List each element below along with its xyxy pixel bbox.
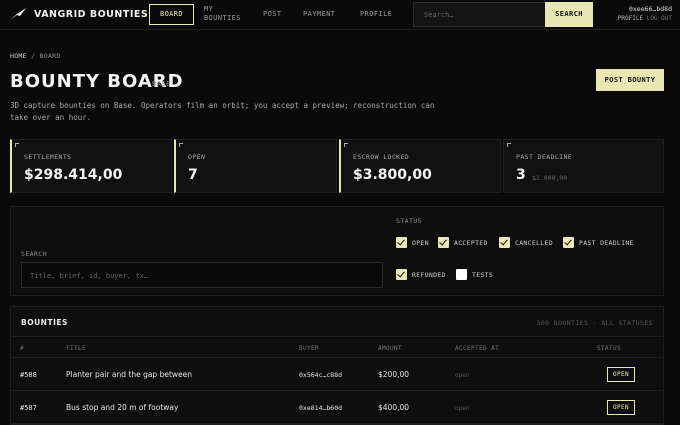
checkbox-label: TESTS xyxy=(472,271,494,279)
search-button[interactable]: SEARCH xyxy=(545,2,593,27)
table-count: 300 BOUNTIES · ALL STATUSES xyxy=(536,319,653,327)
checkbox-checked[interactable] xyxy=(499,237,510,248)
stat-label: SETTLEMENTS xyxy=(24,153,72,161)
stat-card-past-deadline: PAST DEADLINE 3 $1.000,00 xyxy=(503,139,664,193)
table-header: # TITLE BUYER AMOUNT ACCEPTED AT STATUS xyxy=(11,336,663,358)
page-description: 3D capture bounties on Base. Operators f… xyxy=(10,101,435,122)
bounty-id: #588 xyxy=(20,371,37,379)
stats-row: SETTLEMENTS $298.414,00 OPEN 7 ESCROW LO… xyxy=(10,139,664,193)
nav-post[interactable]: POST xyxy=(263,10,281,30)
nav-profile[interactable]: PROFILE xyxy=(360,10,392,30)
corner-mark xyxy=(344,143,348,147)
bounty-search-input[interactable]: Title, brief, id, buyer, tx… xyxy=(21,262,383,288)
column-header-status: STATUS xyxy=(597,345,622,352)
wallet-info: 0xee66…bd8d PROFILE LOG OUT xyxy=(606,5,672,22)
bounty-accepted-at: open xyxy=(455,405,470,412)
search-label: SEARCH xyxy=(21,250,47,258)
column-header-id: # xyxy=(20,345,25,352)
checkbox-label: OPEN xyxy=(412,239,429,247)
checkbox-checked[interactable] xyxy=(563,237,574,248)
nav-board[interactable]: BOARD xyxy=(149,4,194,25)
breadcrumb: HOME / BOARD xyxy=(10,52,61,60)
wallet-address[interactable]: 0xee66…bd8d xyxy=(606,5,672,13)
table-title: BOUNTIES xyxy=(21,318,68,327)
table-row[interactable]: #588 Planter pair and the gap between 0x… xyxy=(11,359,663,391)
stat-card-escrow-locked: ESCROW LOCKED $3.800,00 xyxy=(339,139,501,193)
nav-my-bounties-line2: BOUNTIES xyxy=(204,14,241,22)
breadcrumb-current: BOARD xyxy=(39,52,61,60)
bounties-table: BOUNTIES 300 BOUNTIES · ALL STATUSES # T… xyxy=(10,306,664,425)
column-header-amount: AMOUNT xyxy=(378,345,403,352)
corner-mark xyxy=(507,143,511,147)
checkbox-label: PAST DEADLINE xyxy=(579,239,634,247)
checkbox-checked[interactable] xyxy=(396,269,407,280)
bounty-id: #587 xyxy=(20,404,37,412)
status-badge: OPEN xyxy=(607,367,636,382)
column-header-accepted-at: ACCEPTED AT xyxy=(455,345,500,352)
stat-card-settlements: SETTLEMENTS $298.414,00 xyxy=(10,139,172,193)
stat-value: 7 xyxy=(188,167,198,183)
stat-value: $298.414,00 xyxy=(24,167,123,183)
stat-label: PAST DEADLINE xyxy=(516,153,573,161)
column-header-title: TITLE xyxy=(66,345,87,352)
post-bounty-button[interactable]: POST BOUNTY xyxy=(596,69,664,91)
stat-value: $3.800,00 xyxy=(353,167,432,183)
breadcrumb-separator: / xyxy=(31,52,36,60)
nav-my-bounties[interactable]: MY BOUNTIES xyxy=(204,5,254,25)
stat-label: ESCROW LOCKED xyxy=(353,153,410,161)
bounty-title[interactable]: Bus stop and 20 m of footway xyxy=(66,403,178,412)
network-label: BASE xyxy=(152,80,171,88)
bounty-buyer[interactable]: 0x564c…c88d xyxy=(299,371,342,379)
table-row[interactable]: #587 Bus stop and 20 m of footway 0xe814… xyxy=(11,392,663,424)
nav-payment[interactable]: PAYMENT xyxy=(303,10,335,30)
checkbox-checked[interactable] xyxy=(396,237,407,248)
brand-name[interactable]: VANGRID BOUNTIES xyxy=(34,9,148,20)
bounty-accepted-at: open xyxy=(455,372,470,379)
corner-mark xyxy=(15,143,19,147)
search-input[interactable]: Search… xyxy=(413,2,546,27)
stat-sub-value: $1.000,00 xyxy=(532,174,568,182)
bounty-amount: $200,00 xyxy=(378,370,410,379)
bounty-buyer[interactable]: 0xe814…b60d xyxy=(299,404,342,412)
profile-link[interactable]: PROFILE xyxy=(618,15,643,22)
checkbox-label: CANCELLED xyxy=(515,239,553,247)
bounty-title[interactable]: Planter pair and the gap between xyxy=(66,370,192,379)
stat-value: 3 xyxy=(516,167,526,183)
corner-mark xyxy=(179,143,183,147)
stat-card-open: OPEN 7 xyxy=(174,139,337,193)
checkbox-checked[interactable] xyxy=(438,237,449,248)
column-header-buyer: BUYER xyxy=(299,345,320,352)
checkbox-label: ACCEPTED xyxy=(454,239,488,247)
status-label: STATUS xyxy=(396,217,422,225)
stat-label: OPEN xyxy=(188,153,206,161)
status-badge: OPEN xyxy=(607,400,636,415)
logout-link[interactable]: LOG OUT xyxy=(647,15,672,22)
nav-my-bounties-line1: MY xyxy=(204,5,214,13)
breadcrumb-home[interactable]: HOME xyxy=(10,52,27,60)
wallet-links: PROFILE LOG OUT xyxy=(606,15,672,22)
top-navigation-bar: VANGRID BOUNTIES BOARD MY BOUNTIES POST … xyxy=(0,0,680,30)
checkbox-label: REFUNDED xyxy=(412,271,446,279)
checkbox-unchecked[interactable] xyxy=(456,269,467,280)
bounty-amount: $400,00 xyxy=(378,403,410,412)
bird-icon[interactable] xyxy=(10,8,26,21)
filters-panel: SEARCH Title, brief, id, buyer, tx… STAT… xyxy=(10,206,664,296)
